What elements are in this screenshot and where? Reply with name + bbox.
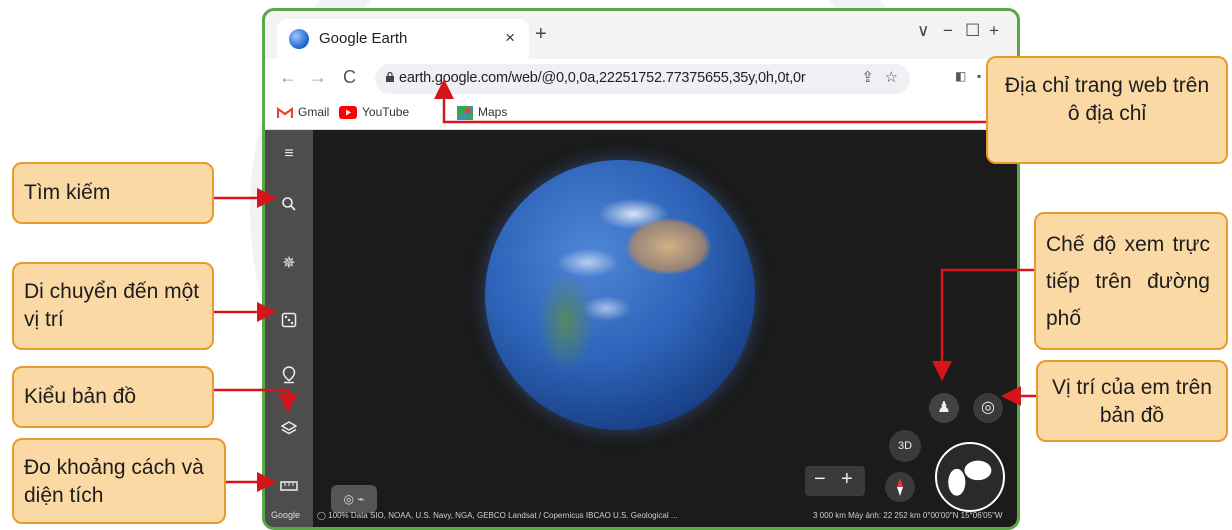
earth-sidebar: ≡ ✵ (265, 130, 313, 527)
projects-icon[interactable] (279, 366, 299, 386)
callout-address: Địa chỉ trang web trên ô địa chỉ (986, 56, 1228, 164)
browser-window: Google Earth × + ∨ − ☐ + ← → C earth.goo… (262, 8, 1020, 530)
callout-move: Di chuyển đến một vị trí (12, 262, 214, 350)
3d-toggle-button[interactable]: 3D (889, 430, 921, 462)
map-style-icon[interactable] (279, 420, 299, 440)
overview-mini-globe[interactable] (935, 442, 1005, 512)
google-logo-text: Google (271, 510, 301, 520)
zoom-in-button[interactable]: + (841, 468, 853, 491)
scale-camera-info: 3 000 km Máy ảnh: 22 252 km 0°00'00"N 15… (813, 511, 1003, 520)
youtube-icon (339, 106, 357, 120)
place-pin-button[interactable]: ◎ ⌁ (331, 485, 377, 513)
voyager-icon[interactable]: ✵ (279, 254, 299, 274)
back-button[interactable]: ← (279, 67, 297, 88)
bookmark-youtube[interactable]: YouTube (339, 105, 409, 120)
close-window-button[interactable]: + (989, 21, 999, 41)
tab-title: Google Earth (319, 30, 408, 47)
menu-icon[interactable]: ≡ (279, 144, 299, 164)
tab-search-icon[interactable]: ∨ (917, 21, 929, 41)
new-tab-button[interactable]: + (535, 23, 547, 46)
maps-icon (457, 105, 473, 120)
bookmark-gmail[interactable]: Gmail (277, 105, 329, 119)
browser-tab[interactable]: Google Earth × (277, 19, 529, 59)
bookmarks-bar: Gmail YouTube Maps (265, 99, 1017, 130)
url-text[interactable]: earth.google.com/web/@0,0,0a,22251752.77… (399, 70, 806, 86)
callout-my-location: Vị trí của em trên bản đồ (1036, 360, 1228, 442)
data-attribution: ◯ 100% Data SIO, NOAA, U.S. Navy, NGA, G… (317, 511, 678, 520)
callout-measure: Đo khoảng cách và diện tích (12, 438, 226, 524)
zoom-out-button[interactable]: − (814, 468, 826, 491)
callout-search: Tìm kiếm (12, 162, 214, 224)
reading-mode-icon[interactable]: ◧ (955, 69, 966, 83)
profile-icon[interactable]: ▪ (977, 69, 981, 83)
street-view-pegman-icon[interactable]: ♟ (929, 393, 959, 423)
forward-button[interactable]: → (309, 67, 327, 88)
address-bar[interactable]: earth.google.com/web/@0,0,0a,22251752.77… (375, 64, 910, 94)
reload-button[interactable]: C (343, 67, 356, 88)
zoom-controls: − + (805, 466, 865, 496)
measure-icon[interactable] (279, 478, 299, 498)
share-icon[interactable]: ⇪ (861, 68, 874, 86)
earth-globe-view[interactable] (485, 160, 755, 430)
feeling-lucky-icon[interactable] (279, 312, 299, 332)
bookmark-maps[interactable]: Maps (457, 105, 507, 120)
callout-map-style: Kiểu bản đồ (12, 366, 214, 428)
callout-street-view: Chế độ xem trực tiếp trên đường phố (1034, 212, 1228, 350)
gmail-icon (277, 106, 293, 118)
bookmark-star-icon[interactable]: ☆ (885, 68, 898, 86)
tab-close-icon[interactable]: × (505, 28, 515, 48)
lock-icon (386, 72, 394, 82)
maximize-button[interactable]: ☐ (965, 21, 980, 41)
my-location-icon[interactable]: ◎ (973, 393, 1003, 423)
google-earth-app: ≡ ✵ ◎ ⌁ ♟ ◎ 3D − + Google ◯ 100% Data SI… (265, 130, 1017, 527)
compass-icon[interactable] (885, 472, 915, 502)
google-earth-favicon (289, 29, 309, 49)
search-icon[interactable] (279, 196, 299, 216)
browser-toolbar: ← → C earth.google.com/web/@0,0,0a,22251… (265, 59, 1017, 99)
minimize-button[interactable]: − (943, 21, 953, 41)
